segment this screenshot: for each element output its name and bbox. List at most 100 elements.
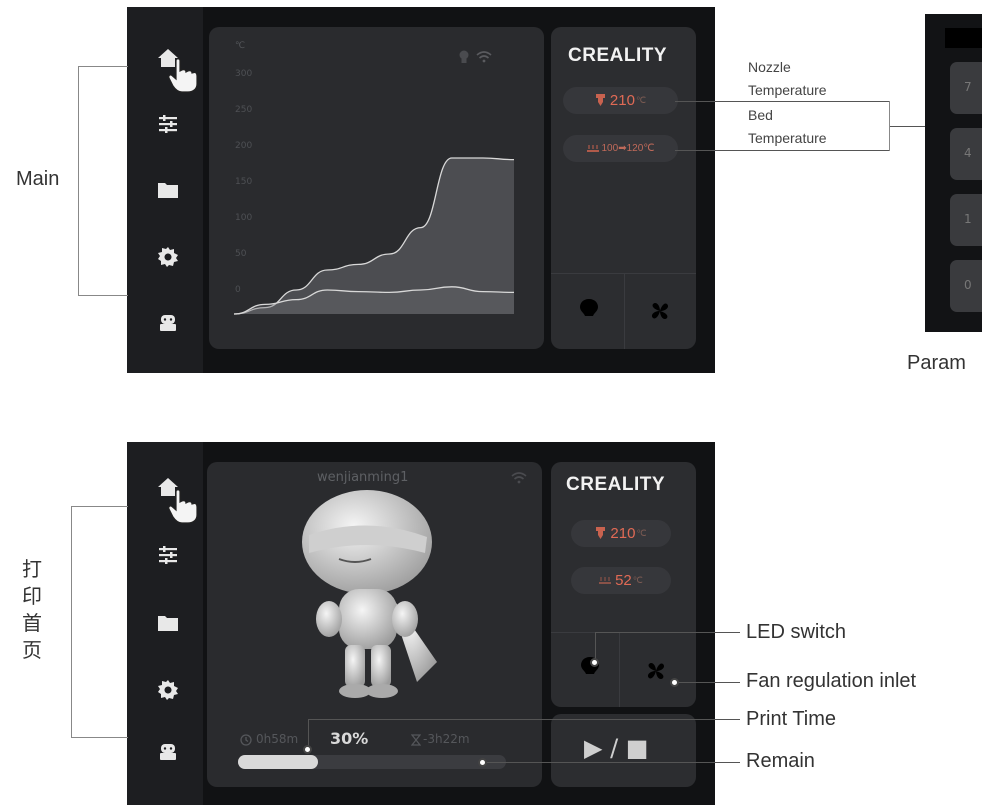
nozzle-leader-line bbox=[675, 101, 890, 102]
brand-logo: CREALITY bbox=[568, 45, 667, 66]
wifi-icon bbox=[511, 472, 527, 484]
gear-icon bbox=[158, 680, 178, 700]
print-time-dot bbox=[303, 745, 312, 754]
adjust-nav-button[interactable] bbox=[155, 111, 181, 137]
clock-icon bbox=[240, 734, 252, 746]
hourglass-icon bbox=[411, 734, 421, 746]
print-label-char: 页 bbox=[22, 640, 42, 662]
bed-leader-line bbox=[675, 150, 890, 151]
sliders-icon bbox=[159, 115, 177, 133]
remain-leader-line bbox=[484, 762, 740, 763]
hand-pointer-icon bbox=[168, 58, 198, 93]
files-nav-button[interactable] bbox=[155, 177, 181, 203]
y-tick-label: 200 bbox=[235, 141, 253, 151]
keypad-key[interactable]: 4 bbox=[950, 128, 982, 180]
nav-bar bbox=[127, 442, 203, 805]
main-label: Main bbox=[16, 168, 60, 190]
parameter-screen: 7 4 1 0 bbox=[925, 14, 982, 332]
y-tick-label: 150 bbox=[235, 177, 253, 187]
parameter-caption: Param bbox=[907, 352, 966, 374]
y-tick-label: 250 bbox=[235, 105, 253, 115]
nozzle-temp-display[interactable]: 210 ℃ bbox=[571, 520, 671, 547]
play-stop-button[interactable]: ▶ / ■ bbox=[551, 714, 696, 787]
remain-dot bbox=[478, 758, 487, 767]
keypad-key[interactable]: 7 bbox=[950, 62, 982, 114]
nozzle-callout-line1: Nozzle bbox=[748, 59, 791, 75]
led-switch-label: LED switch bbox=[746, 621, 847, 643]
bed-icon bbox=[599, 576, 612, 584]
wifi-icon bbox=[476, 51, 492, 63]
bed-temp-display[interactable]: 52 ℃ bbox=[571, 567, 671, 594]
remaining-time: -3h22m bbox=[423, 732, 470, 746]
led-leader-line bbox=[595, 632, 740, 633]
y-tick-label: 50 bbox=[235, 249, 247, 259]
sliders-icon bbox=[159, 546, 177, 564]
settings-nav-button[interactable] bbox=[155, 244, 181, 270]
nozzle-icon bbox=[595, 94, 605, 106]
fan-icon[interactable] bbox=[648, 299, 672, 323]
folder-icon bbox=[158, 616, 178, 631]
print-label-char: 印 bbox=[22, 586, 42, 608]
bed-temp-unit: ℃ bbox=[632, 575, 643, 585]
print-time-label: Print Time bbox=[746, 708, 837, 730]
keypad-key[interactable]: 0 bbox=[950, 260, 982, 312]
robot-nav-button[interactable] bbox=[155, 310, 181, 336]
callout-connector bbox=[890, 126, 925, 127]
hand-pointer-icon bbox=[168, 489, 198, 524]
bed-temp-value: 100 bbox=[601, 143, 619, 154]
y-tick-label: 100 bbox=[235, 213, 253, 223]
print-progress-bar bbox=[238, 755, 506, 769]
chart-unit-label: ℃ bbox=[235, 41, 246, 51]
bed-callout-line2: Temperature bbox=[748, 130, 827, 146]
play-stop-label: ▶ / ■ bbox=[584, 734, 649, 762]
nozzle-temp-value: 210 bbox=[610, 525, 636, 542]
settings-nav-button[interactable] bbox=[155, 677, 181, 703]
nozzle-temp-value: 210 bbox=[609, 92, 635, 109]
progress-percent: 30% bbox=[330, 729, 369, 748]
fan-regulation-label: Fan regulation inlet bbox=[746, 670, 917, 692]
main-screen: ℃ CREALITY 210 ℃ 100 ➡ 120℃ 300 250 200 150… bbox=[127, 7, 715, 373]
input-display bbox=[945, 28, 982, 48]
led-bulb-icon[interactable] bbox=[578, 297, 600, 323]
model-preview-image bbox=[302, 490, 437, 698]
y-tick-label: 0 bbox=[235, 285, 241, 295]
adjust-nav-button[interactable] bbox=[155, 542, 181, 568]
panel-divider bbox=[619, 632, 620, 707]
file-name: wenjianming1 bbox=[317, 470, 409, 485]
robot-icon bbox=[160, 315, 176, 331]
fan-leader-line bbox=[675, 682, 740, 683]
robot-icon bbox=[160, 744, 176, 760]
robot-nav-button[interactable] bbox=[155, 739, 181, 765]
nozzle-temp-unit: ℃ bbox=[635, 95, 647, 105]
led-callout-dot bbox=[590, 658, 599, 667]
bed-temp-display[interactable]: 100 ➡ 120℃ bbox=[563, 135, 678, 162]
folder-icon bbox=[158, 183, 178, 198]
fan-callout-dot bbox=[670, 678, 679, 687]
bed-target-value: 120℃ bbox=[626, 143, 655, 154]
files-nav-button[interactable] bbox=[155, 610, 181, 636]
print-label-char: 首 bbox=[22, 613, 42, 635]
y-tick-label: 300 bbox=[235, 69, 253, 79]
bed-temp-value: 52 bbox=[615, 572, 632, 589]
print-screen: wenjianming1 0h58m 30% -3h22m CREALITY 2… bbox=[127, 442, 715, 805]
nav-bar bbox=[127, 7, 203, 373]
main-bracket bbox=[78, 66, 128, 296]
nozzle-callout-line2: Temperature bbox=[748, 82, 827, 98]
print-label-char: 打 bbox=[22, 559, 42, 581]
print-progress-fill bbox=[238, 755, 319, 769]
remain-label: Remain bbox=[746, 750, 815, 772]
elapsed-time: 0h58m bbox=[256, 732, 299, 746]
panel-divider bbox=[624, 273, 625, 349]
temperature-chart bbox=[233, 157, 515, 315]
nozzle-temp-display[interactable]: 210 ℃ bbox=[563, 87, 678, 114]
print-time-leader-line bbox=[308, 719, 740, 720]
nozzle-icon bbox=[596, 527, 606, 539]
bed-arrow: ➡ bbox=[618, 143, 627, 154]
bed-callout-line1: Bed bbox=[748, 107, 773, 123]
keypad-key[interactable]: 1 bbox=[950, 194, 982, 246]
print-bracket bbox=[71, 506, 128, 738]
gear-icon bbox=[158, 247, 178, 267]
fan-icon[interactable] bbox=[644, 659, 668, 683]
brand-logo: CREALITY bbox=[566, 474, 665, 495]
led-status-icon bbox=[459, 50, 469, 63]
